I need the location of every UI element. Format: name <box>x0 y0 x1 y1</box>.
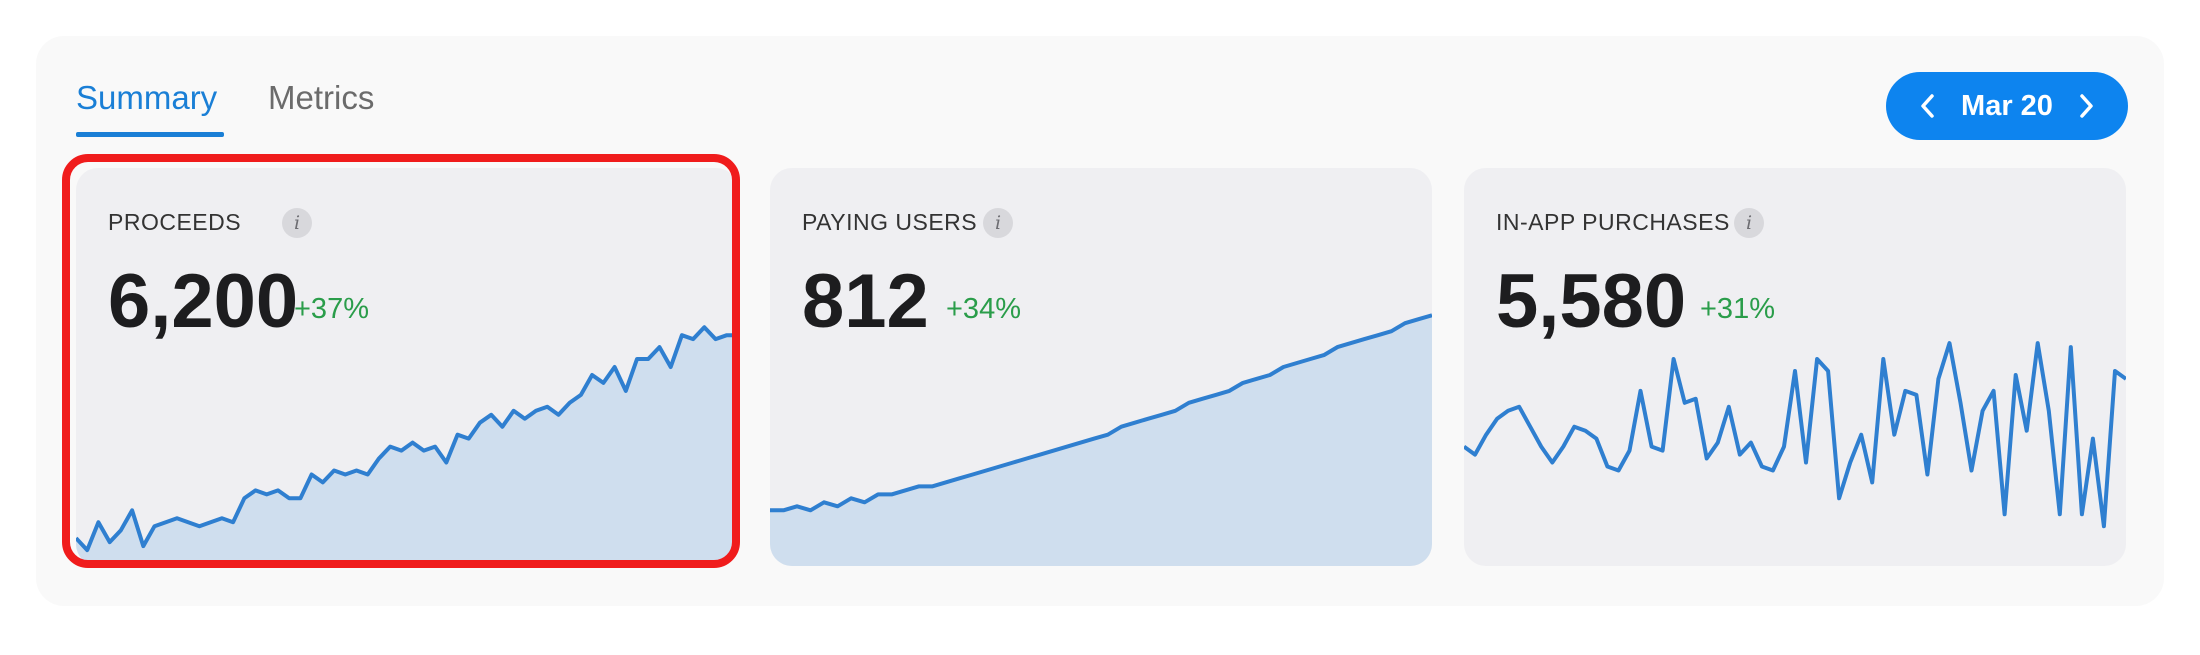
card-change: +34% <box>946 293 1021 325</box>
tab-summary[interactable]: Summary <box>76 78 217 118</box>
metric-card-in-app-purchases[interactable]: IN-APP PURCHASES i 5,580 +31% <box>1464 168 2126 566</box>
info-icon[interactable]: i <box>1734 208 1764 238</box>
sparkline-line <box>1464 341 2126 529</box>
metric-card-proceeds[interactable]: PROCEEDS i 6,200 +37% <box>76 168 738 566</box>
card-change: +37% <box>294 293 369 325</box>
info-icon[interactable]: i <box>282 208 312 238</box>
card-value: 6,200 <box>108 259 299 344</box>
metric-card-paying-users[interactable]: PAYING USERS i 812 +34% <box>770 168 1432 566</box>
summary-panel: Summary Metrics Mar 20 PROCEEDS i 6,200 … <box>36 36 2164 606</box>
card-value: 5,580 <box>1496 259 1687 344</box>
info-icon[interactable]: i <box>983 208 1013 238</box>
card-title: PROCEEDS <box>108 209 242 235</box>
card-title: IN-APP PURCHASES <box>1496 209 1730 235</box>
card-title: PAYING USERS <box>802 209 978 235</box>
card-value: 812 <box>802 259 929 344</box>
next-period-button[interactable] <box>2058 72 2114 140</box>
active-tab-indicator <box>76 132 224 137</box>
date-picker: Mar 20 <box>1886 72 2128 140</box>
card-change: +31% <box>1700 293 1775 325</box>
tab-metrics[interactable]: Metrics <box>268 78 374 118</box>
sparkline-area <box>770 315 1432 566</box>
chevron-right-icon <box>2080 94 2093 118</box>
